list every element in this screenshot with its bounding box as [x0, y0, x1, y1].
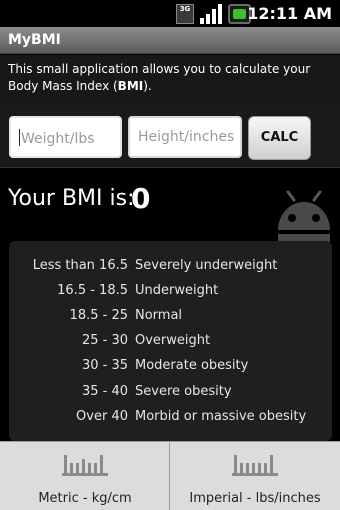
intro-text-start: This small application allows you to cal…: [8, 62, 311, 93]
weight-placeholder: Weight/lbs: [21, 131, 95, 147]
bmi-range: 25 - 30: [81, 333, 128, 348]
result-label: Your BMI is:: [8, 186, 135, 211]
table-row: 25 - 30 Overweight: [9, 333, 332, 353]
bmi-range: Less than 16.5: [32, 258, 128, 273]
bmi-range: 30 - 35: [81, 358, 128, 373]
status-bar: 3G 12:11 AM: [0, 0, 340, 27]
bmi-range: Over 40: [76, 409, 128, 424]
tab-imperial-label: Imperial - lbs/inches: [189, 491, 321, 506]
bmi-range: 16.5 - 18.5: [57, 283, 128, 298]
bmi-category: Morbid or massive obesity: [135, 409, 307, 424]
network-3g-icon: 3G: [176, 4, 194, 24]
title-bar: MyBMI: [0, 27, 340, 54]
height-input[interactable]: Height/inches: [128, 116, 242, 158]
bmi-category: Underweight: [135, 283, 219, 298]
result-value: 0: [131, 182, 151, 215]
calc-button[interactable]: CALC: [248, 116, 311, 160]
text-cursor: [19, 129, 20, 146]
clock: 12:11 AM: [247, 4, 332, 23]
tab-metric[interactable]: Metric - kg/cm: [0, 442, 170, 510]
bmi-category: Severe obesity: [135, 384, 232, 399]
table-row: Over 40 Morbid or massive obesity: [9, 409, 332, 429]
intro-text: This small application allows you to cal…: [0, 55, 340, 104]
tab-metric-label: Metric - kg/cm: [38, 491, 132, 506]
unit-tab-bar: Metric - kg/cm Imperial - lbs/inches: [0, 441, 340, 510]
ruler-icon: [62, 455, 108, 476]
tab-imperial[interactable]: Imperial - lbs/inches: [170, 442, 340, 510]
ruler-icon: [232, 455, 278, 476]
bmi-category: Overweight: [135, 333, 211, 348]
android-robot-icon: [278, 190, 330, 242]
weight-input[interactable]: Weight/lbs: [9, 116, 122, 158]
app-title: MyBMI: [8, 32, 61, 48]
network-badge: 3G: [179, 5, 191, 13]
table-row: 35 - 40 Severe obesity: [9, 384, 332, 404]
bmi-range: 18.5 - 25: [69, 308, 128, 323]
table-row: 18.5 - 25 Normal: [9, 308, 332, 328]
input-form: Weight/lbs Height/inches CALC: [0, 104, 340, 168]
intro-text-end: ).: [143, 79, 152, 93]
table-row: Less than 16.5 Severely underweight: [9, 258, 332, 278]
table-row: 16.5 - 18.5 Underweight: [9, 283, 332, 303]
bmi-category: Moderate obesity: [135, 358, 249, 373]
table-row: 30 - 35 Moderate obesity: [9, 358, 332, 378]
bmi-category: Normal: [135, 308, 183, 323]
bmi-range: 35 - 40: [81, 384, 128, 399]
intro-text-bold: BMI: [117, 79, 144, 93]
signal-strength-icon: [200, 4, 222, 24]
bmi-table: Less than 16.5 Severely underweight 16.5…: [9, 241, 332, 441]
height-placeholder: Height/inches: [138, 129, 235, 145]
bmi-category: Severely underweight: [135, 258, 278, 273]
